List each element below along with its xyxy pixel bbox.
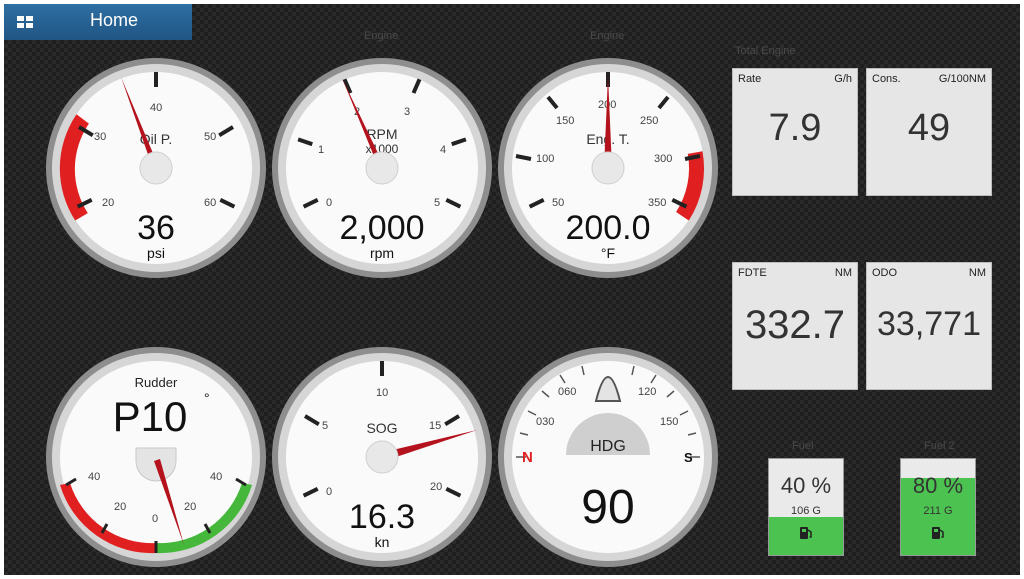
oil-pressure-gauge: 20 30 40 50 60 Oil P. 36 psi bbox=[44, 56, 268, 280]
rpm-unit: rpm bbox=[370, 245, 394, 261]
temp-tick-label-50: 50 bbox=[552, 197, 564, 209]
fuel-rate-panel: Rate G/h 7.9 bbox=[732, 68, 858, 196]
heading-gauge: N 030 060 E 120 150 S HDG 90 bbox=[496, 345, 720, 569]
odo-panel: ODO NM 33,771 bbox=[866, 262, 992, 390]
rate-label: Rate bbox=[738, 73, 762, 85]
cons-value: 49 bbox=[907, 107, 951, 149]
rudder-tick-label-port-20: 20 bbox=[114, 501, 126, 513]
layout-grid-icon bbox=[17, 16, 33, 28]
rpm-tick-label-5: 5 bbox=[434, 197, 440, 209]
temp-tick-label-150: 150 bbox=[556, 115, 574, 127]
rudder-title: Rudder bbox=[135, 375, 178, 390]
temp-value: 200.0 bbox=[565, 209, 650, 247]
fuel-tank-1: 40 % 106 G bbox=[768, 458, 844, 556]
fuel-consumption-panel: Cons. G/100NM 49 bbox=[866, 68, 992, 196]
rpm-tick-label-3: 3 bbox=[404, 106, 410, 118]
sog-tick-label-15: 15 bbox=[429, 420, 441, 432]
sog-unit: kn bbox=[375, 534, 390, 550]
sog-gauge-title: SOG bbox=[366, 420, 397, 436]
fdte-label: FDTE bbox=[738, 267, 767, 279]
fdte-unit: NM bbox=[834, 267, 852, 279]
rudder-degree: ° bbox=[204, 390, 210, 406]
fdte-value: 332.7 bbox=[744, 303, 846, 347]
sog-tick-label-5: 5 bbox=[322, 420, 328, 432]
heading-value: 90 bbox=[581, 481, 634, 534]
heading-tick-label-120: 120 bbox=[638, 386, 656, 398]
rpm-tick-label-4: 4 bbox=[440, 144, 446, 156]
rudder-gauge: 40 20 0 20 40 Rudder P10 ° bbox=[44, 345, 268, 569]
heading-title: HDG bbox=[590, 438, 626, 455]
odo-unit: NM bbox=[968, 267, 986, 279]
oil-value: 36 bbox=[137, 209, 175, 247]
fuel-amount-2: 211 G bbox=[923, 505, 953, 517]
fuel-pump-icon bbox=[800, 527, 812, 539]
odo-label: ODO bbox=[872, 267, 898, 279]
temp-tick-label-350: 350 bbox=[648, 197, 666, 209]
cons-unit: G/100NM bbox=[938, 73, 986, 85]
temp-tick-label-100: 100 bbox=[536, 153, 554, 165]
heading-tick-label-060: 060 bbox=[558, 386, 576, 398]
home-button[interactable]: Home bbox=[4, 4, 192, 40]
rudder-tick-label-port-40: 40 bbox=[88, 471, 100, 483]
temp-unit: °F bbox=[601, 245, 615, 261]
fuel-label-2: Fuel 2 bbox=[924, 440, 955, 452]
sog-tick-label-20: 20 bbox=[430, 481, 442, 493]
heading-tick-label-S: S bbox=[684, 450, 693, 465]
oil-tick-label-50: 50 bbox=[204, 131, 216, 143]
rudder-value: P10 bbox=[113, 393, 188, 440]
rpm-value: 2,000 bbox=[339, 209, 424, 247]
sog-value: 16.3 bbox=[349, 498, 415, 536]
rudder-tick-label-stbd-20: 20 bbox=[184, 501, 196, 513]
fdte-panel: FDTE NM 332.7 bbox=[732, 262, 858, 390]
fuel-label-1: Fuel bbox=[792, 440, 814, 452]
engine-temp-gauge: 50 100 150 200 250 300 350 Eng. T. 200.0… bbox=[496, 56, 720, 280]
sog-tick-label-0: 0 bbox=[326, 486, 332, 498]
oil-tick-label-60: 60 bbox=[204, 197, 216, 209]
oil-unit: psi bbox=[147, 245, 165, 261]
fuel-percent-1: 40 % bbox=[780, 473, 832, 498]
rpm-tick-label-1: 1 bbox=[318, 144, 324, 156]
rudder-tick-label-0: 0 bbox=[152, 513, 158, 525]
temp-tick-label-250: 250 bbox=[640, 115, 658, 127]
total-engine-label: Total Engine bbox=[735, 45, 796, 57]
sog-gauge: 0 5 10 15 20 SOG 16.3 kn bbox=[270, 345, 494, 569]
cons-label: Cons. bbox=[872, 73, 901, 85]
rate-unit: G/h bbox=[834, 73, 852, 85]
heading-tick-label-030: 030 bbox=[536, 416, 554, 428]
engine-label-1: Engine bbox=[364, 30, 399, 42]
rpm-gauge: 0 1 2 3 4 5 RPM x1000 2,000 rpm bbox=[270, 56, 494, 280]
temp-tick-label-300: 300 bbox=[654, 153, 672, 165]
oil-tick-label-20: 20 bbox=[102, 197, 114, 209]
rate-value: 7.9 bbox=[768, 107, 822, 149]
fuel-tank-2: 80 % 211 G bbox=[900, 458, 976, 556]
oil-tick-label-30: 30 bbox=[94, 131, 106, 143]
rudder-tick-label-stbd-40: 40 bbox=[210, 471, 222, 483]
oil-tick-label-40: 40 bbox=[150, 102, 162, 114]
heading-tick-label-N: N bbox=[522, 449, 533, 466]
home-label: Home bbox=[90, 10, 139, 30]
heading-tick-label-150: 150 bbox=[660, 416, 678, 428]
fuel-pump-icon bbox=[932, 527, 944, 539]
sog-tick-label-10: 10 bbox=[376, 387, 388, 399]
fuel-amount-1: 106 G bbox=[791, 505, 821, 517]
odo-value: 33,771 bbox=[877, 305, 981, 343]
rpm-tick-label-0: 0 bbox=[326, 197, 332, 209]
engine-label-2: Engine bbox=[590, 30, 625, 42]
fuel-percent-2: 80 % bbox=[912, 473, 964, 498]
